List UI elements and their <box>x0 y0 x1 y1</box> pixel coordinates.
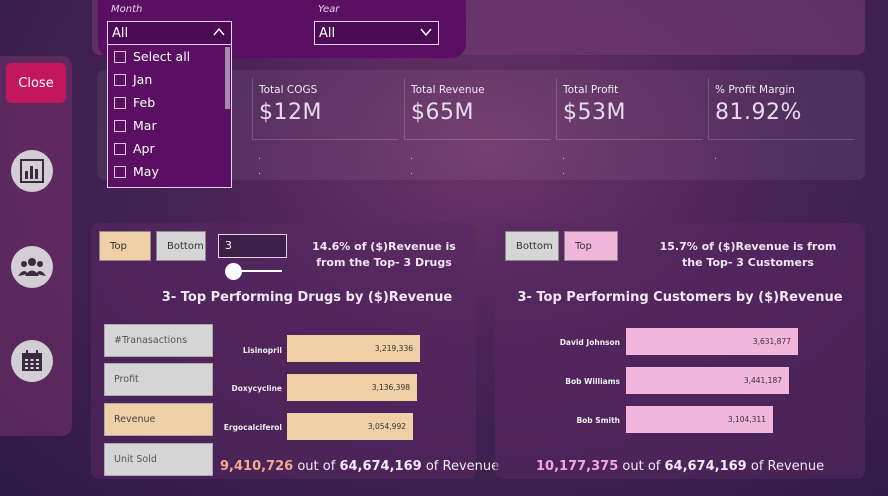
dashboard-chart-icon[interactable] <box>11 150 53 192</box>
kpi-placeholder: .. <box>410 152 413 177</box>
kpi-card-revenue: Total Revenue $65M <box>404 78 550 140</box>
kpi-label: Total Profit <box>563 84 619 96</box>
drug-bar-label: Ergocalciferol <box>223 423 282 432</box>
dropdown-option-select-all[interactable]: Select all <box>108 45 231 68</box>
kpi-label: % Profit Margin <box>715 84 795 96</box>
checkbox[interactable] <box>114 73 126 86</box>
customer-bar[interactable]: 3,631,877 <box>626 328 798 355</box>
kpi-value: $65M <box>411 100 474 125</box>
kpi-card-profit: Total Profit $53M <box>556 78 702 140</box>
customers-summary-total: 64,674,169 <box>664 459 747 474</box>
top-n-input[interactable]: 3 <box>218 234 287 258</box>
metric-revenue-button[interactable]: Revenue <box>104 403 213 436</box>
kpi-value: $12M <box>259 100 322 125</box>
slider-handle[interactable] <box>225 263 242 280</box>
calendar-icon[interactable] <box>11 340 53 382</box>
kpi-placeholder: .. <box>258 152 261 177</box>
drug-bar[interactable]: 3,054,992 <box>287 413 413 440</box>
customers-group-icon[interactable] <box>11 246 53 288</box>
summary-mid: out of <box>622 459 661 474</box>
option-label: Apr <box>133 141 155 156</box>
customers-panel-title: 3- Top Performing Customers by ($)Revenu… <box>517 290 843 305</box>
year-select[interactable]: All <box>314 21 439 45</box>
dropdown-scrollbar[interactable] <box>225 47 230 109</box>
dropdown-option[interactable]: May <box>108 160 231 183</box>
summary-tail: of Revenue <box>750 459 825 474</box>
top-toggle-button[interactable]: Top <box>564 231 618 261</box>
customers-summary: 10,177,375 out of 64,674,169 of Revenue <box>536 459 824 474</box>
drugs-summary-value: 9,410,726 <box>220 459 294 474</box>
customers-percentage-text: 15.7% of ($)Revenue is from the Top- 3 C… <box>659 240 837 269</box>
drugs-summary: 9,410,726 out of 64,674,169 of Revenue <box>220 459 499 474</box>
checkbox[interactable] <box>114 142 126 155</box>
dropdown-option[interactable]: Mar <box>108 114 231 137</box>
chevron-down-icon <box>420 28 432 37</box>
drug-bar[interactable]: 3,219,336 <box>287 335 420 362</box>
top-toggle-button[interactable]: Top <box>99 231 151 261</box>
bottom-toggle-button[interactable]: Bottom <box>505 231 559 261</box>
chevron-up-icon <box>213 27 225 36</box>
option-label: May <box>133 164 159 179</box>
summary-mid: out of <box>297 459 336 474</box>
option-label: Mar <box>133 118 157 133</box>
bottom-toggle-button[interactable]: Bottom <box>156 231 206 261</box>
customer-bar-label: Bob Williams <box>565 377 620 386</box>
year-filter-label: Year <box>318 4 340 15</box>
month-filter-label: Month <box>111 4 143 15</box>
close-button[interactable]: Close <box>6 63 66 103</box>
customer-bar[interactable]: 3,104,311 <box>626 406 773 433</box>
checkbox[interactable] <box>114 165 126 178</box>
dropdown-option[interactable]: Feb <box>108 91 231 114</box>
customer-bar[interactable]: 3,441,187 <box>626 367 789 394</box>
month-select[interactable]: All <box>107 21 232 45</box>
drugs-percentage-text: 14.6% of ($)Revenue is from the Top- 3 D… <box>312 240 456 269</box>
kpi-value: 81.92% <box>715 100 802 125</box>
checkbox[interactable] <box>114 96 126 109</box>
metric-transactions-button[interactable]: #Tranasactions <box>104 324 213 357</box>
metric-unit-sold-button[interactable]: Unit Sold <box>104 443 213 476</box>
option-label: Jan <box>133 72 153 87</box>
checkbox[interactable] <box>114 119 126 132</box>
month-select-value: All <box>112 25 129 41</box>
option-label: Select all <box>133 49 191 64</box>
kpi-label: Total COGS <box>259 84 318 96</box>
kpi-card-margin: % Profit Margin 81.92% <box>708 78 854 140</box>
kpi-value: $53M <box>563 100 626 125</box>
checkbox[interactable] <box>114 50 126 63</box>
month-dropdown-list: Select all Jan Feb Mar Apr May <box>107 44 232 188</box>
drug-bar-label: Doxycycline <box>231 384 282 393</box>
kpi-placeholder: .. <box>562 152 565 177</box>
kpi-label: Total Revenue <box>411 84 485 96</box>
drugs-summary-total: 64,674,169 <box>339 459 422 474</box>
metric-profit-button[interactable]: Profit <box>104 363 213 396</box>
drug-bar-label: Lisinopril <box>242 346 282 355</box>
drug-bar[interactable]: 3,136,398 <box>287 374 417 401</box>
kpi-card-cogs: Total COGS $12M <box>252 78 398 140</box>
customer-bar-label: Bob Smith <box>576 416 620 425</box>
customers-summary-value: 10,177,375 <box>536 459 619 474</box>
drugs-panel-title: 3- Top Performing Drugs by ($)Revenue <box>161 290 453 305</box>
year-select-value: All <box>319 25 336 41</box>
customer-bar-label: David Johnson <box>559 338 620 347</box>
dropdown-option[interactable]: Apr <box>108 137 231 160</box>
kpi-placeholder: . <box>714 152 717 162</box>
summary-tail: of Revenue <box>425 459 500 474</box>
option-label: Feb <box>133 95 156 110</box>
dropdown-option[interactable]: Jan <box>108 68 231 91</box>
